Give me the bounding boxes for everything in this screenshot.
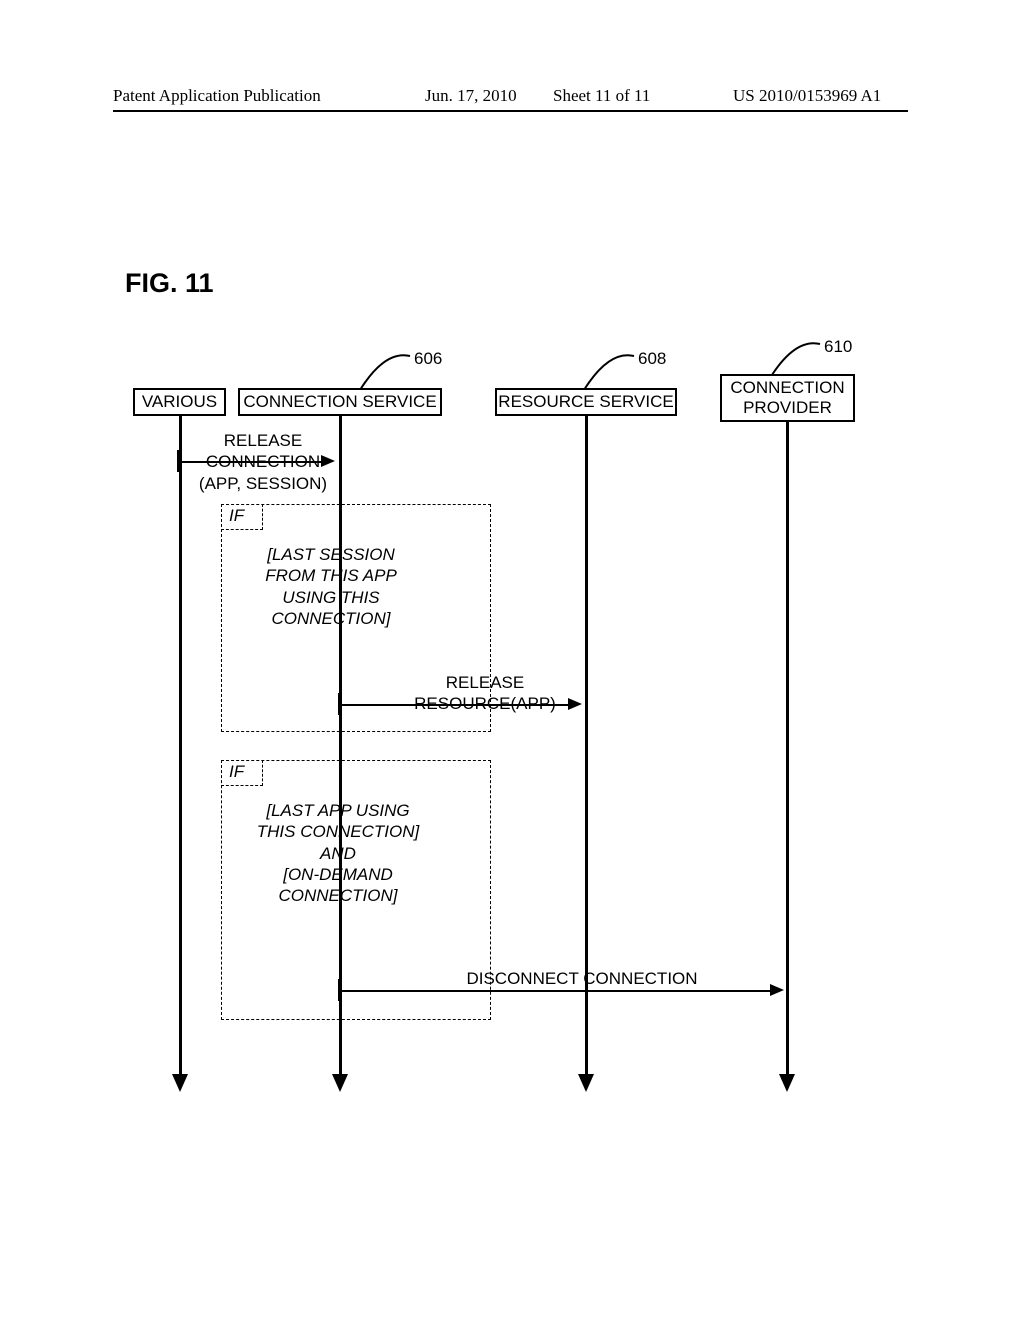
lifeline-various-label: VARIOUS [142, 392, 217, 412]
arrow-head-icon [321, 455, 335, 467]
tick-source [177, 450, 179, 472]
header-date: Jun. 17, 2010 [425, 86, 517, 106]
ref-leader-610 [770, 338, 825, 378]
ref-608: 608 [638, 349, 666, 369]
lifeline-various: VARIOUS [133, 388, 226, 416]
lifeline-resource-service: RESOURCE SERVICE [495, 388, 677, 416]
arrow-disconnect [341, 990, 770, 992]
cond2-text: [LAST APP USING THIS CONNECTION] AND [ON… [238, 800, 438, 906]
lifeline-line-connection-provider [786, 422, 789, 1076]
lifeline-connection-provider-label-2: PROVIDER [743, 398, 832, 418]
if-tag-2: IF [221, 760, 263, 786]
ref-leader-606 [360, 350, 415, 390]
arrow-release-connection [181, 461, 321, 463]
lifeline-connection-provider: CONNECTION PROVIDER [720, 374, 855, 422]
arrow-down-icon [172, 1074, 188, 1092]
tick-source [338, 693, 340, 715]
arrow-down-icon [779, 1074, 795, 1092]
cond1-text: [LAST SESSION FROM THIS APP USING THIS C… [246, 544, 416, 629]
arrow-down-icon [332, 1074, 348, 1092]
if-tag-1: IF [221, 504, 263, 530]
lifeline-resource-service-label: RESOURCE SERVICE [498, 392, 673, 412]
lifeline-connection-service-label: CONNECTION SERVICE [243, 392, 436, 412]
arrow-head-icon [770, 984, 784, 996]
msg-disconnect: DISCONNECT CONNECTION [432, 968, 732, 989]
tick-source [338, 979, 340, 1001]
header-left: Patent Application Publication [113, 86, 321, 106]
lifeline-connection-service: CONNECTION SERVICE [238, 388, 442, 416]
arrow-down-icon [578, 1074, 594, 1092]
msg-release-resource: RELEASE RESOURCE(APP) [400, 672, 570, 715]
figure-label: FIG. 11 [125, 268, 214, 299]
lifeline-line-various [179, 416, 182, 1076]
lifeline-connection-provider-label-1: CONNECTION [730, 378, 844, 398]
header-rule [113, 110, 908, 112]
header-sheet: Sheet 11 of 11 [553, 86, 650, 106]
ref-leader-608 [584, 350, 639, 390]
arrow-head-icon [568, 698, 582, 710]
ref-610: 610 [824, 337, 852, 357]
ref-606: 606 [414, 349, 442, 369]
arrow-release-resource [341, 704, 568, 706]
header-pubnum: US 2010/0153969 A1 [733, 86, 881, 106]
